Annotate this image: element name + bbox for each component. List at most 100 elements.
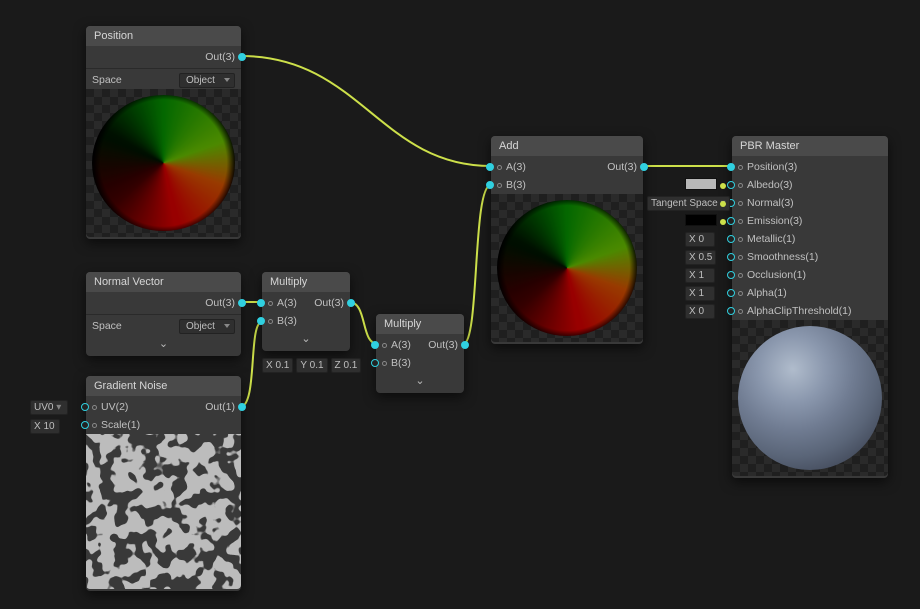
port-in-b[interactable] [371, 359, 379, 367]
default-emission-swatch[interactable] [685, 214, 717, 226]
port-in[interactable] [738, 309, 743, 314]
node-add[interactable]: Add A(3) Out(3) B(3) [491, 136, 643, 344]
port-in[interactable] [268, 301, 273, 306]
port-label-emission: Emission(3) [747, 215, 802, 227]
node-pbr-master[interactable]: PBR Master Position(3) Albedo(3) Normal(… [732, 136, 888, 478]
port-in-alphaclip[interactable] [727, 307, 735, 315]
expand-toggle[interactable]: ⌄ [262, 330, 350, 349]
node-title[interactable]: Gradient Noise [86, 376, 241, 396]
chevron-down-icon: ⌄ [415, 375, 424, 387]
port-label-b: B(3) [506, 179, 526, 191]
port-label-occlusion: Occlusion(1) [747, 269, 806, 281]
node-multiply-1[interactable]: Multiply A(3) Out(3) B(3) ⌄ [262, 272, 350, 351]
port-in-smoothness[interactable] [727, 253, 735, 261]
port-label-smoothness: Smoothness(1) [747, 251, 818, 263]
chevron-down-icon: ⌄ [159, 338, 168, 350]
link-dot [720, 183, 726, 189]
node-title[interactable]: Normal Vector [86, 272, 241, 292]
chevron-down-icon: ⌄ [301, 333, 310, 345]
default-metallic-chip[interactable]: X 0 [685, 232, 715, 247]
dropdown-space[interactable]: Object [179, 319, 235, 334]
default-albedo-swatch[interactable] [685, 178, 717, 190]
expand-toggle[interactable]: ⌄ [86, 335, 241, 354]
default-occlusion-chip[interactable]: X 1 [685, 268, 715, 283]
port-in-albedo[interactable] [727, 181, 735, 189]
port-label-out: Out(3) [205, 51, 235, 63]
node-title[interactable]: PBR Master [732, 136, 888, 156]
port-label-metallic: Metallic(1) [747, 233, 795, 245]
default-scale-chip[interactable]: X 10 [30, 419, 60, 434]
dropdown-space[interactable]: Object [179, 73, 235, 88]
port-in-dot[interactable] [81, 403, 89, 411]
port-in[interactable] [738, 165, 743, 170]
port-in[interactable] [738, 291, 743, 296]
expand-toggle[interactable]: ⌄ [376, 372, 464, 391]
port-in-dot[interactable] [81, 421, 89, 429]
port-label-b: B(3) [391, 357, 411, 369]
default-x-chip[interactable]: X 0.1 [262, 358, 293, 373]
port-in-metallic[interactable] [727, 235, 735, 243]
default-smoothness-chip[interactable]: X 0.5 [685, 250, 716, 265]
port-in[interactable] [268, 319, 273, 324]
node-title[interactable]: Position [86, 26, 241, 46]
port-in-b[interactable] [486, 181, 494, 189]
port-in-a[interactable] [257, 299, 265, 307]
default-alpha-chip[interactable]: X 1 [685, 286, 715, 301]
port-label-alpha: Alpha(1) [747, 287, 787, 299]
port-in-position[interactable] [727, 163, 735, 171]
link-dot [720, 219, 726, 225]
port-label-out: Out(3) [428, 339, 458, 351]
port-out[interactable] [238, 299, 246, 307]
port-in[interactable] [738, 183, 743, 188]
port-in-a[interactable] [371, 341, 379, 349]
port-in[interactable] [738, 255, 743, 260]
port-in-b[interactable] [257, 317, 265, 325]
field-label-space: Space [92, 320, 122, 332]
node-position[interactable]: Position Out(3) Space Object [86, 26, 241, 239]
preview-pbr-master [732, 320, 888, 476]
multiply1-default-vector: X 0.1 Y 0.1 Z 0.1 [262, 358, 361, 373]
port-label-out: Out(3) [607, 161, 637, 173]
port-out[interactable] [640, 163, 648, 171]
link-dot [720, 201, 726, 207]
default-z-chip[interactable]: Z 0.1 [331, 358, 362, 373]
port-in-a[interactable] [486, 163, 494, 171]
default-uv-chip[interactable]: UV0 ▾ [30, 400, 68, 415]
port-in[interactable] [92, 423, 97, 428]
port-in[interactable] [497, 183, 502, 188]
port-in-occlusion[interactable] [727, 271, 735, 279]
default-tangent-space-chip[interactable]: Tangent Space ▾ [647, 196, 730, 211]
port-in[interactable] [382, 343, 387, 348]
node-multiply-2[interactable]: Multiply A(3) Out(3) B(3) ⌄ [376, 314, 464, 393]
port-label-uv: UV(2) [101, 401, 128, 413]
port-in[interactable] [92, 405, 97, 410]
port-in[interactable] [382, 361, 387, 366]
node-title[interactable]: Multiply [376, 314, 464, 334]
port-in[interactable] [738, 273, 743, 278]
port-in-emission[interactable] [727, 217, 735, 225]
port-in[interactable] [497, 165, 502, 170]
port-out[interactable] [238, 403, 246, 411]
default-alphaclip-chip[interactable]: X 0 [685, 304, 715, 319]
node-title[interactable]: Add [491, 136, 643, 156]
port-out[interactable] [238, 53, 246, 61]
port-in[interactable] [738, 237, 743, 242]
port-in[interactable] [738, 201, 743, 206]
port-out[interactable] [461, 341, 469, 349]
port-label-out: Out(3) [314, 297, 344, 309]
preview-position [86, 89, 241, 237]
port-in-alpha[interactable] [727, 289, 735, 297]
port-label-scale: Scale(1) [101, 419, 140, 431]
default-y-chip[interactable]: Y 0.1 [296, 358, 327, 373]
node-title[interactable]: Multiply [262, 272, 350, 292]
port-out[interactable] [347, 299, 355, 307]
port-label-out: Out(3) [205, 297, 235, 309]
port-in[interactable] [738, 219, 743, 224]
port-label-normal: Normal(3) [747, 197, 794, 209]
node-normal-vector[interactable]: Normal Vector Out(3) Space Object ⌄ [86, 272, 241, 356]
port-label-a: A(3) [277, 297, 297, 309]
port-label-out: Out(1) [205, 401, 235, 413]
port-label-a: A(3) [391, 339, 411, 351]
node-gradient-noise[interactable]: Gradient Noise UV(2) Out(1) Scale(1) [86, 376, 241, 591]
preview-gradient-noise [86, 434, 241, 589]
